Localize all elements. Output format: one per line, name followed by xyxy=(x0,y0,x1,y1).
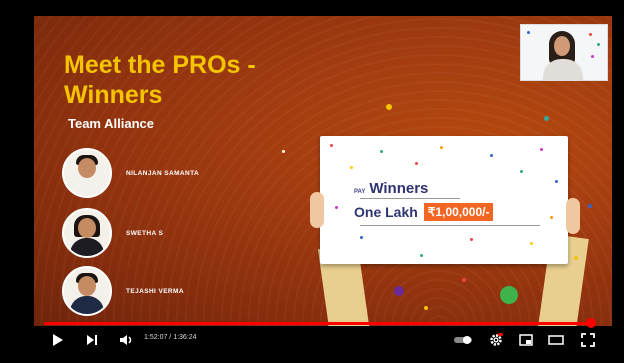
next-icon xyxy=(87,335,97,345)
member-name: SWETHA S xyxy=(126,229,164,237)
play-button[interactable] xyxy=(48,328,68,352)
presenter-video xyxy=(520,24,608,81)
settings-button[interactable] xyxy=(486,328,506,352)
slide-title: Meet the PROs - Winners xyxy=(64,51,256,109)
play-icon xyxy=(53,334,63,346)
fullscreen-button[interactable] xyxy=(578,328,598,352)
avatar xyxy=(62,148,112,198)
cheque-board: PAY Winners One Lakh ₹1,00,000/- xyxy=(320,136,568,264)
autoplay-toggle-icon xyxy=(454,336,472,344)
fullscreen-icon xyxy=(581,333,595,347)
team-member: TEJASHI VERMA xyxy=(62,266,184,316)
progress-bar[interactable] xyxy=(44,318,596,328)
team-member: SWETHA S xyxy=(62,208,163,258)
theater-icon xyxy=(548,335,564,345)
avatar xyxy=(62,266,112,316)
player-controls: 1:52:07 / 1:36:24 xyxy=(34,328,612,352)
team-member: NILANJAN SAMANTA xyxy=(62,148,199,198)
miniplayer-button[interactable] xyxy=(516,328,536,352)
left-hand xyxy=(310,192,324,228)
settings-icon xyxy=(490,333,503,346)
video-player[interactable]: Meet the PROs - Winners Team Alliance NI… xyxy=(0,0,624,363)
time-display: 1:52:07 / 1:36:24 xyxy=(144,334,197,341)
cheque-payee: Winners xyxy=(369,180,429,197)
amount-figure: ₹1,00,000/- xyxy=(423,203,494,221)
member-name: NILANJAN SAMANTA xyxy=(126,169,200,177)
autoplay-toggle[interactable] xyxy=(452,328,474,352)
volume-button[interactable] xyxy=(116,328,136,352)
right-hand xyxy=(566,198,580,234)
slide-subtitle: Team Alliance xyxy=(68,116,154,131)
progress-fill xyxy=(44,322,596,325)
theater-mode-button[interactable] xyxy=(546,328,566,352)
amount-in-words: One Lakh xyxy=(354,204,418,220)
next-button[interactable] xyxy=(82,328,102,352)
member-name: TEJASHI VERMA xyxy=(126,287,184,295)
avatar xyxy=(62,208,112,258)
volume-icon xyxy=(120,335,132,345)
pay-label: PAY xyxy=(354,189,366,195)
miniplayer-icon xyxy=(519,334,533,346)
scrubber-handle[interactable] xyxy=(586,318,596,328)
